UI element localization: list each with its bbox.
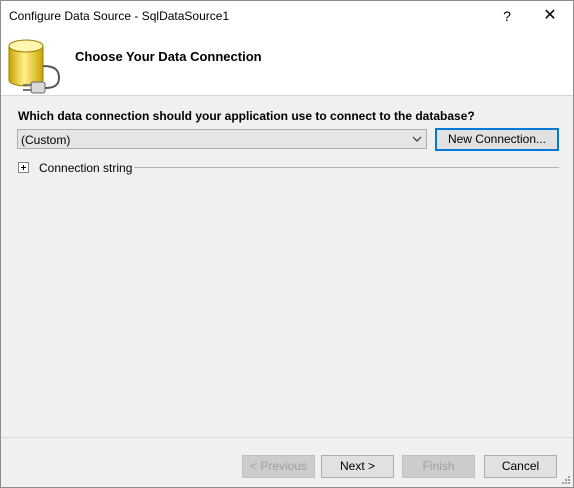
configure-data-source-dialog: Configure Data Source - SqlDataSource1 ?… (0, 0, 574, 488)
window-title: Configure Data Source - SqlDataSource1 (9, 9, 230, 23)
data-connection-combobox[interactable]: (Custom) (17, 129, 427, 149)
help-button[interactable]: ? (491, 1, 523, 31)
close-button[interactable]: ✕ (527, 1, 573, 31)
wizard-header: Choose Your Data Connection (1, 31, 573, 95)
title-bar[interactable]: Configure Data Source - SqlDataSource1 ?… (1, 1, 573, 31)
page-title: Choose Your Data Connection (75, 49, 262, 64)
combobox-selected-value: (Custom) (21, 133, 71, 147)
connection-question-label: Which data connection should your applic… (18, 109, 475, 123)
connection-string-divider (134, 167, 559, 168)
chevron-down-icon[interactable] (410, 132, 424, 146)
resize-grip-icon[interactable] (561, 475, 571, 485)
previous-button[interactable]: < Previous (242, 455, 315, 478)
header-divider (1, 95, 573, 96)
expand-plus-icon[interactable] (18, 162, 29, 173)
database-plug-icon (8, 39, 61, 94)
next-button[interactable]: Next > (321, 455, 394, 478)
new-connection-button[interactable]: New Connection... (435, 128, 559, 151)
finish-button[interactable]: Finish (402, 455, 475, 478)
connection-string-label: Connection string (39, 161, 133, 175)
cancel-button[interactable]: Cancel (484, 455, 557, 478)
footer-divider (1, 437, 573, 438)
